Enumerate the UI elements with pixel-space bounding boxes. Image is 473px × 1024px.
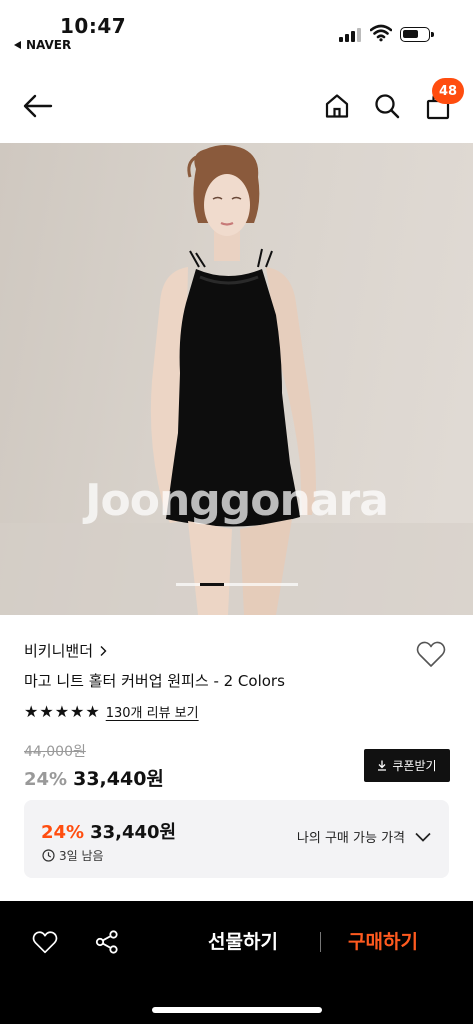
chevron-right-icon: [100, 645, 107, 656]
status-time: 10:47: [60, 14, 127, 38]
arrow-left-icon: [23, 94, 53, 118]
review-link[interactable]: 130개 리뷰 보기: [106, 702, 199, 721]
deal-price: 33,440원: [90, 822, 177, 843]
download-icon: [378, 760, 387, 771]
buy-button[interactable]: 구매하기: [348, 927, 418, 954]
clock-icon: [42, 849, 55, 862]
rating-row: ★ ★ ★ ★ ★ 130개 리뷰 보기: [24, 702, 199, 721]
my-price-label: 나의 구매 가능 가격: [296, 831, 405, 846]
battery-icon: [400, 27, 434, 42]
star-icon: ★: [24, 701, 39, 721]
cellular-signal-icon: [339, 28, 361, 42]
deal-remaining-label: 3일 남음: [59, 849, 104, 863]
wishlist-button[interactable]: [414, 638, 448, 670]
status-bar: 10:47 NAVER: [0, 0, 473, 64]
bottom-divider: [320, 932, 321, 952]
star-icon: ★: [85, 701, 100, 721]
back-to-app-link[interactable]: NAVER: [14, 38, 71, 52]
deal-discount-rate: 24%: [41, 822, 85, 843]
coupon-button[interactable]: 쿠폰받기: [364, 749, 450, 782]
brand-link[interactable]: 비키니밴더: [24, 640, 107, 661]
brand-name: 비키니밴더: [24, 642, 94, 660]
back-triangle-icon: [14, 41, 21, 49]
star-icon: ★: [54, 701, 70, 721]
watermark-text: Joonggonara: [85, 475, 389, 526]
top-nav: [0, 72, 473, 142]
deal-price-row: 24% 33,440원: [41, 818, 176, 844]
product-photo: [0, 145, 473, 615]
product-title: 마고 니트 홀터 커버업 원피스 - 2 Colors: [24, 672, 285, 690]
star-icon: ★: [39, 701, 54, 721]
cart-count-badge: 48: [432, 78, 464, 104]
carousel-pager-current: [200, 583, 224, 586]
rating-stars: ★ ★ ★ ★ ★: [24, 701, 100, 721]
product-image-carousel[interactable]: Joonggonara: [0, 143, 473, 615]
my-price-toggle[interactable]: 나의 구매 가능 가격: [297, 827, 431, 846]
heart-outline-icon: [32, 930, 58, 953]
gift-button[interactable]: 선물하기: [208, 927, 278, 954]
deal-remaining: 3일 남음: [42, 847, 104, 864]
search-icon: [375, 94, 400, 119]
coupon-label: 쿠폰받기: [392, 759, 437, 773]
wifi-icon: [370, 24, 392, 42]
bottom-action-bar: 선물하기 구매하기: [0, 901, 473, 1024]
back-app-label: NAVER: [26, 38, 72, 52]
bottom-wishlist-button[interactable]: [30, 927, 60, 957]
search-button[interactable]: [367, 86, 407, 126]
carousel-pager: [176, 583, 298, 586]
home-button[interactable]: [317, 86, 357, 126]
star-icon: ★: [70, 701, 85, 721]
chevron-down-icon: [415, 832, 431, 842]
original-price: 44,000원: [24, 744, 86, 760]
discount-rate: 24%: [24, 769, 68, 790]
share-button[interactable]: [92, 927, 122, 957]
back-button[interactable]: [18, 86, 58, 126]
my-price-box[interactable]: 24% 33,440원 3일 남음 나의 구매 가능 가격: [24, 800, 449, 878]
home-icon: [325, 94, 349, 118]
home-indicator[interactable]: [152, 1007, 322, 1013]
heart-outline-icon: [416, 641, 446, 667]
sale-price: 33,440원: [73, 768, 164, 790]
price-row: 24% 33,440원: [24, 764, 164, 791]
share-icon: [95, 930, 118, 954]
